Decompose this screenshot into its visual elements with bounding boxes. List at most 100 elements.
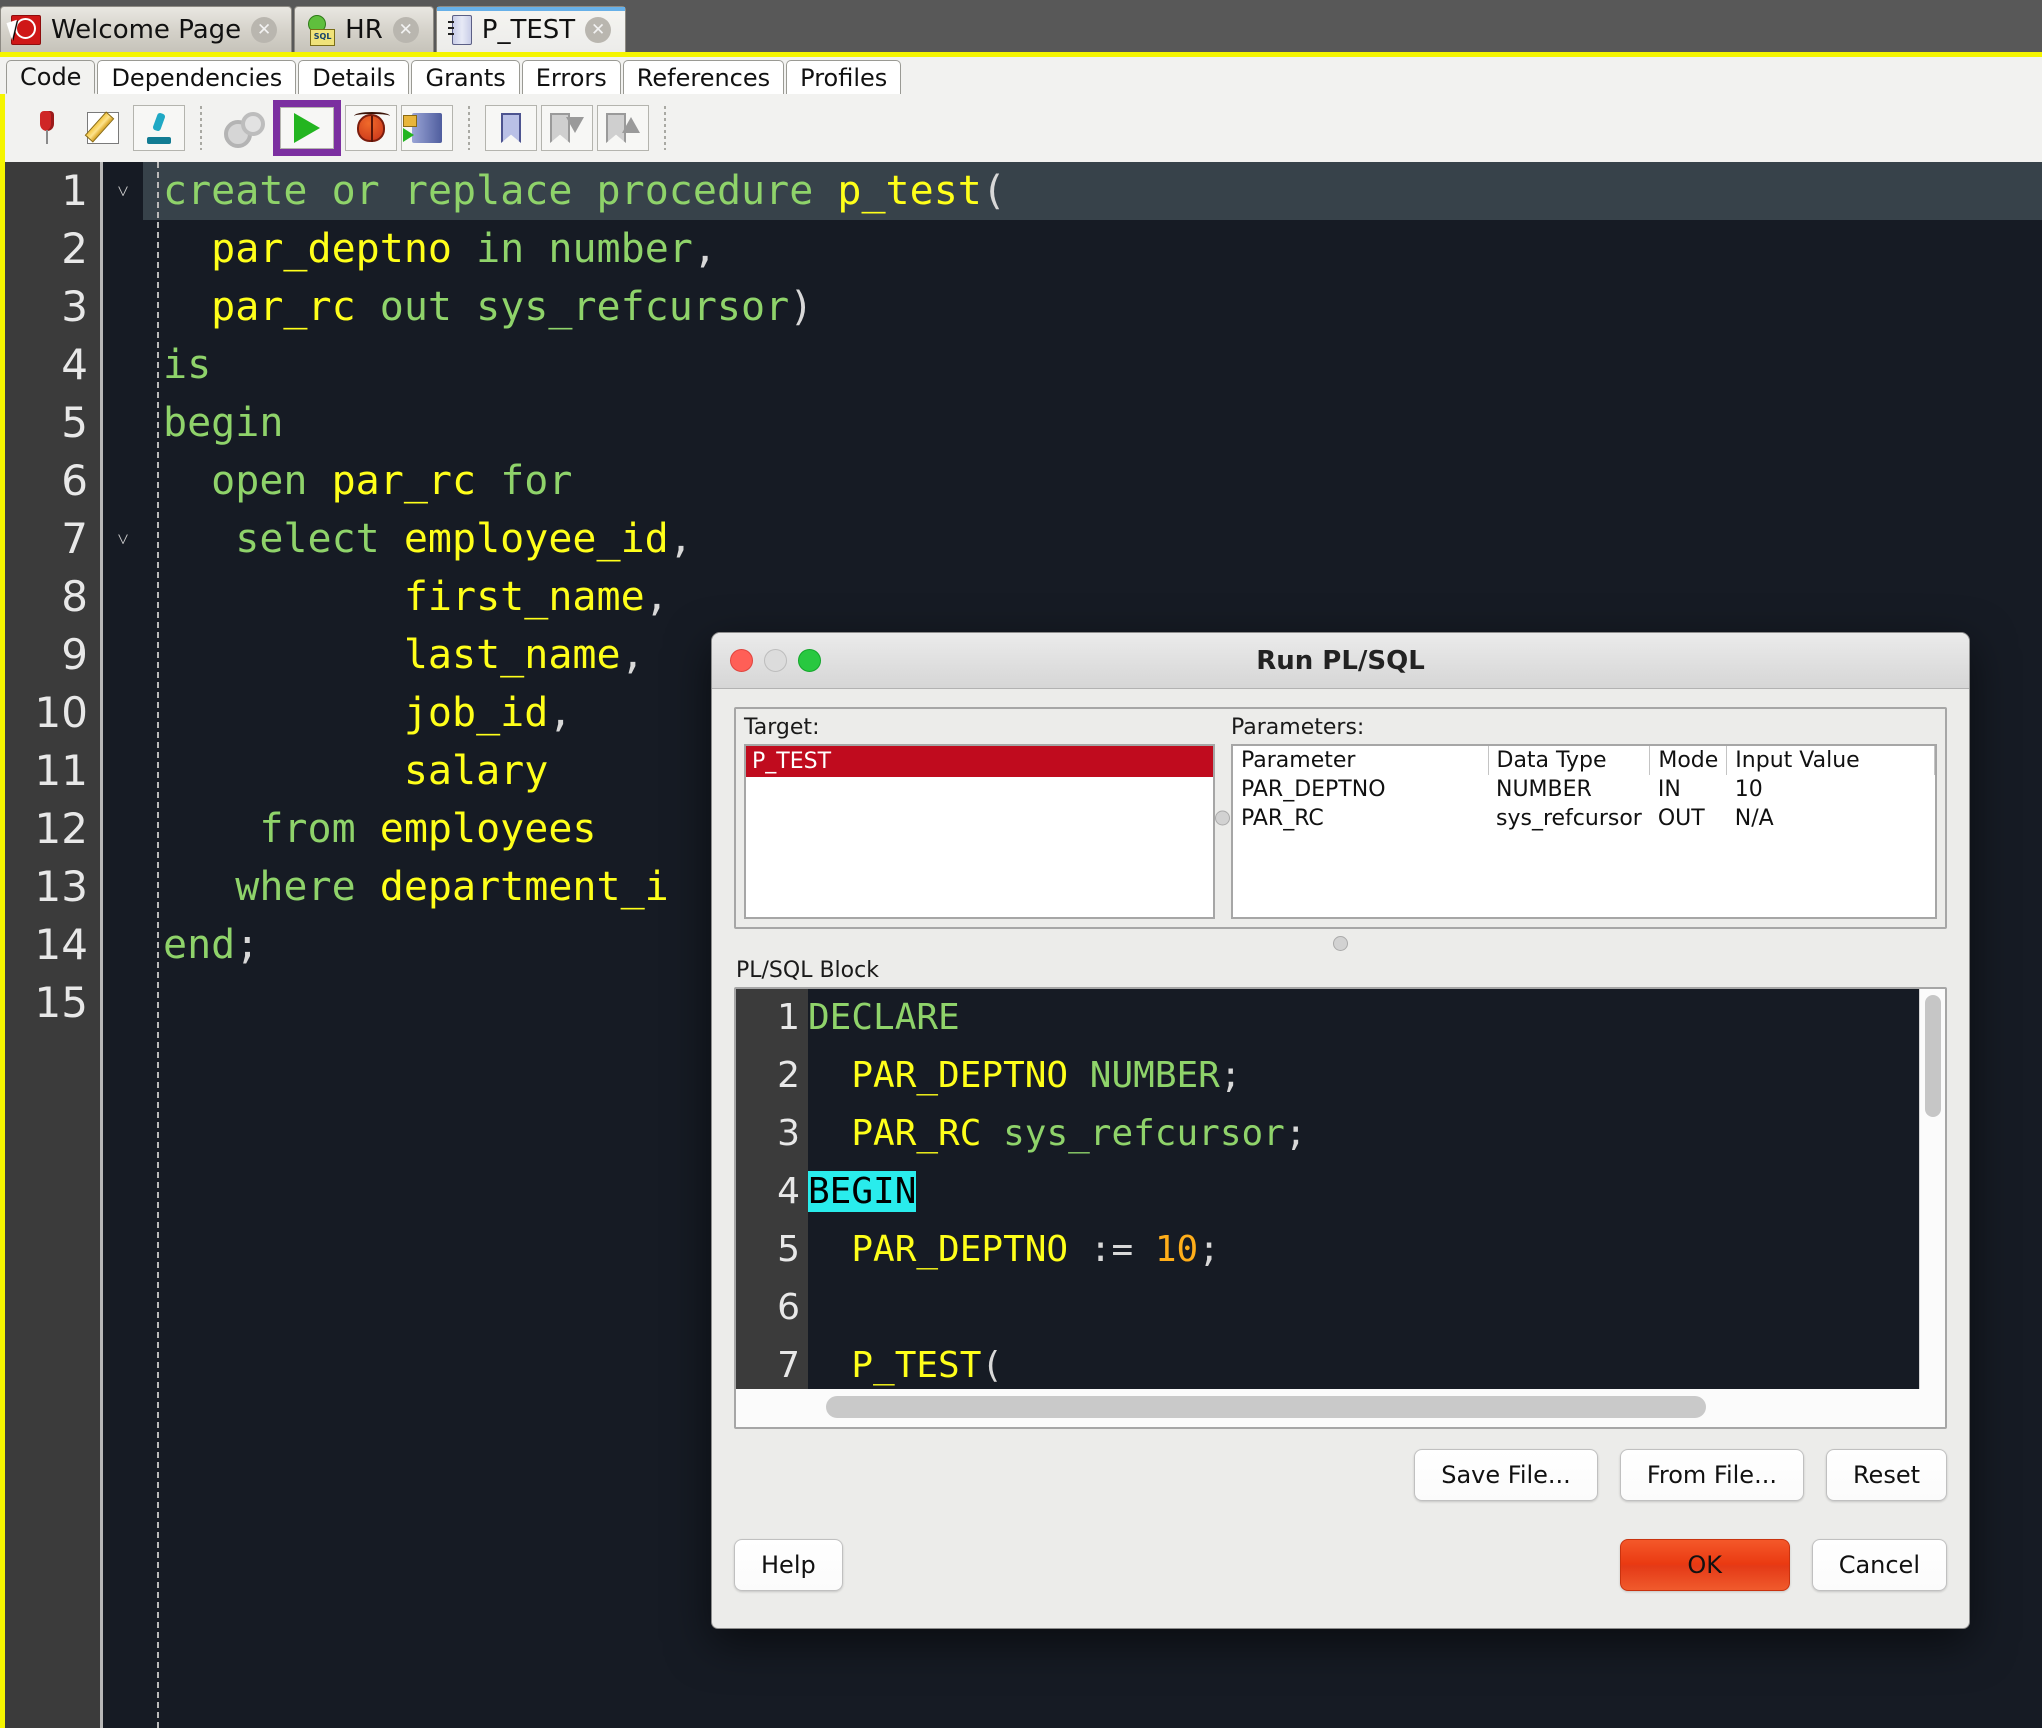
plsql-block-editor[interactable]: 1 2 3 4 5 6 7 DECLARE PAR_DEPTNO NUMBER; PAR_R… <box>734 987 1947 1429</box>
plsql-vertical-scrollbar[interactable] <box>1919 989 1945 1389</box>
code-line[interactable]: first_name, <box>143 568 2042 626</box>
table-row[interactable]: PAR_DEPTNO NUMBER IN 10 <box>1233 775 1935 804</box>
reset-button[interactable]: Reset <box>1825 1449 1947 1501</box>
run-play-icon <box>294 113 320 143</box>
plsql-code-line[interactable]: PAR_DEPTNO NUMBER; <box>808 1047 1945 1105</box>
scrollbar-thumb[interactable] <box>826 1396 1706 1418</box>
compile-gears-icon <box>224 112 265 148</box>
dialog-title-bar[interactable]: Run PL/SQL <box>712 633 1969 689</box>
line-number: 1 <box>777 997 800 1038</box>
code-line[interactable]: begin <box>143 394 2042 452</box>
plsql-code-line[interactable] <box>808 1279 1945 1337</box>
bookmark-next-icon <box>550 113 584 143</box>
pane-split-handle[interactable] <box>1215 810 1230 826</box>
edit-icon <box>87 112 119 144</box>
toggle-bookmark-button[interactable] <box>485 105 537 151</box>
plsql-code-line[interactable]: PAR_DEPTNO := 10; <box>808 1221 1945 1279</box>
save-file-button[interactable]: Save File... <box>1414 1449 1598 1501</box>
line-number: 6 <box>61 456 88 505</box>
tab-dependencies[interactable]: Dependencies <box>97 60 297 94</box>
cell-data-type: sys_refcursor <box>1496 806 1642 831</box>
tab-errors[interactable]: Errors <box>521 60 621 94</box>
run-script-button[interactable] <box>401 105 453 151</box>
debug-bug-icon <box>354 112 390 142</box>
column-header-data-type[interactable]: Data Type <box>1488 746 1651 775</box>
toolbar-separator <box>664 106 666 150</box>
cell-data-type: NUMBER <box>1496 777 1592 802</box>
code-fold-spacer <box>103 800 143 858</box>
column-header-mode[interactable]: Mode <box>1649 746 1728 775</box>
plsql-horizontal-scrollbar[interactable] <box>736 1389 1945 1427</box>
code-line[interactable]: create or replace procedure p_test( <box>143 162 2042 220</box>
from-file-button[interactable]: From File... <box>1619 1449 1804 1501</box>
run-button[interactable] <box>280 107 334 149</box>
table-row[interactable]: PAR_RC sys_refcursor OUT N/A <box>1233 804 1935 833</box>
plsql-code-area[interactable]: DECLARE PAR_DEPTNO NUMBER; PAR_RC sys_re… <box>808 989 1945 1389</box>
close-icon[interactable]: ✕ <box>251 16 278 43</box>
code-line[interactable]: select employee_id, <box>143 510 2042 568</box>
plsql-code-line[interactable]: P_TEST( <box>808 1337 1945 1389</box>
dialog-footer: Help OK Cancel <box>734 1539 1947 1591</box>
line-number: 4 <box>777 1171 800 1212</box>
pin-button[interactable] <box>21 105 73 151</box>
procedure-icon <box>447 14 472 45</box>
debug-button[interactable] <box>345 105 397 151</box>
code-fold-spacer <box>103 974 143 1032</box>
cancel-button[interactable]: Cancel <box>1811 1539 1947 1591</box>
column-header-parameter[interactable]: Parameter <box>1233 746 1489 775</box>
next-bookmark-button[interactable] <box>541 105 593 151</box>
inspect-button[interactable] <box>133 105 185 151</box>
cell-parameter: PAR_DEPTNO <box>1241 777 1386 802</box>
line-number: 9 <box>61 630 88 679</box>
parameters-section: Parameters: Parameter Data Type Mode Inp… <box>1223 709 1945 927</box>
document-tab-p-test[interactable]: P_TEST ✕ <box>435 6 627 52</box>
document-tab-label: HR <box>345 14 383 45</box>
close-icon[interactable]: ✕ <box>585 16 612 43</box>
code-line[interactable]: is <box>143 336 2042 394</box>
plsql-code-line[interactable]: BEGIN <box>808 1163 1945 1221</box>
plsql-block-label: PL/SQL Block <box>736 958 879 983</box>
line-number: 3 <box>61 282 88 331</box>
line-number: 14 <box>34 920 88 969</box>
cell-input-value[interactable]: 10 <box>1727 775 1935 804</box>
line-number: 5 <box>777 1229 800 1270</box>
cell-input-value[interactable]: N/A <box>1727 804 1935 833</box>
line-number: 7 <box>777 1345 800 1386</box>
tab-grants[interactable]: Grants <box>411 60 520 94</box>
document-tab-hr[interactable]: HR ✕ <box>294 6 434 52</box>
target-list[interactable]: P_TEST <box>744 744 1215 919</box>
code-fold-toggle[interactable]: ˅ <box>103 162 143 220</box>
horizontal-split-handle[interactable] <box>1333 936 1348 951</box>
tab-references[interactable]: References <box>622 60 785 94</box>
document-tab-welcome-page[interactable]: Welcome Page ✕ <box>0 6 293 52</box>
help-button[interactable]: Help <box>734 1539 843 1591</box>
code-line[interactable]: open par_rc for <box>143 452 2042 510</box>
line-number: 1 <box>61 166 88 215</box>
code-fold-column[interactable]: ˅ ˅ <box>103 162 143 1728</box>
code-fold-spacer <box>103 742 143 800</box>
run-button-highlight <box>273 100 341 156</box>
previous-bookmark-button[interactable] <box>597 105 649 151</box>
compile-button[interactable] <box>217 105 269 151</box>
plsql-code-line[interactable]: PAR_RC sys_refcursor; <box>808 1105 1945 1163</box>
target-list-item[interactable]: P_TEST <box>746 746 1213 777</box>
close-icon[interactable]: ✕ <box>392 16 419 43</box>
toolbar-separator <box>200 106 202 150</box>
microscope-icon <box>144 112 174 144</box>
line-number: 3 <box>777 1113 800 1154</box>
edit-button[interactable] <box>77 105 129 151</box>
code-line[interactable]: par_deptno in number, <box>143 220 2042 278</box>
code-fold-toggle[interactable]: ˅ <box>103 510 143 568</box>
parameters-table-wrapper[interactable]: Parameter Data Type Mode Input Value PAR… <box>1231 744 1937 919</box>
column-header-input-value[interactable]: Input Value <box>1726 746 1935 775</box>
code-line[interactable]: par_rc out sys_refcursor) <box>143 278 2042 336</box>
scrollbar-thumb[interactable] <box>1925 995 1941 1117</box>
plsql-code-line[interactable]: DECLARE <box>808 989 1945 1047</box>
toolbar-separator <box>468 106 470 150</box>
tab-profiles[interactable]: Profiles <box>786 60 902 94</box>
parameters-label: Parameters: <box>1231 715 1365 740</box>
tab-code[interactable]: Code <box>6 60 96 94</box>
line-number: 13 <box>34 862 88 911</box>
tab-details[interactable]: Details <box>298 60 410 94</box>
ok-button[interactable]: OK <box>1619 1539 1790 1591</box>
